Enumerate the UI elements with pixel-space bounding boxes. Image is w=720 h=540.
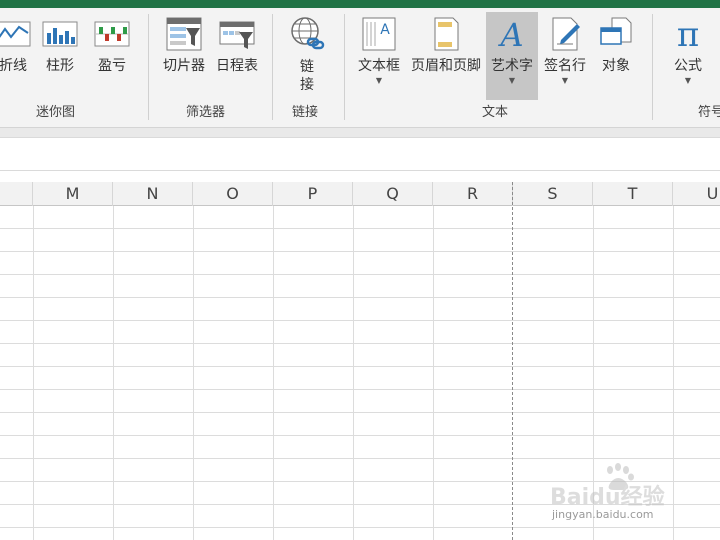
timeline-label: 日程表 <box>216 58 258 74</box>
group-separator <box>344 14 345 120</box>
formula-bar[interactable] <box>0 137 720 171</box>
header-footer-icon <box>428 16 464 52</box>
equation-label: 公式 <box>674 58 702 74</box>
group-separator <box>652 14 653 120</box>
group-label-filters: 筛选器 <box>186 105 226 120</box>
grid-line <box>113 206 114 540</box>
object-label: 对象 <box>602 58 630 74</box>
signature-line-button[interactable]: 签名行 ▼ <box>540 8 590 100</box>
column-header-q[interactable]: Q <box>353 182 433 206</box>
column-header-r[interactable]: R <box>433 182 513 206</box>
group-separator <box>272 14 273 120</box>
textbox-button[interactable]: A 文本框 ▼ <box>354 8 404 100</box>
grid-line <box>0 527 720 528</box>
wordart-icon: A <box>494 16 530 52</box>
sparkline-column-label: 柱形 <box>46 58 74 74</box>
group-label-symbols: 符号 <box>698 105 720 120</box>
pi-icon: π <box>670 16 706 52</box>
excel-window: 折线 柱形 盈亏 迷你图 切片器 日程表 筛选器 链 接 链接 A 文本框 ▼ … <box>0 0 720 540</box>
group-label-sparklines: 迷你图 <box>36 105 76 120</box>
sparkline-column-icon <box>42 16 78 52</box>
timeline-button[interactable]: 日程表 <box>212 8 262 98</box>
equation-button[interactable]: π 公式 ▼ <box>664 8 712 100</box>
group-separator <box>148 14 149 120</box>
chevron-down-icon: ▼ <box>375 76 383 85</box>
svg-text:Baidu经验: Baidu经验 <box>550 484 665 510</box>
svg-text:π: π <box>677 16 699 52</box>
grid-line <box>0 366 720 367</box>
textbox-label: 文本框 <box>358 58 400 74</box>
object-button[interactable]: 对象 <box>594 8 638 100</box>
ribbon-insert-tab: 折线 柱形 盈亏 迷你图 切片器 日程表 筛选器 链 接 链接 A 文本框 ▼ … <box>0 8 720 128</box>
grid-line <box>0 412 720 413</box>
svg-text:A: A <box>497 16 523 52</box>
page-break-line <box>512 182 513 540</box>
sparkline-column-button[interactable]: 柱形 <box>38 8 82 98</box>
chevron-down-icon: ▼ <box>508 76 516 85</box>
slicer-icon <box>166 16 202 52</box>
column-header-p[interactable]: P <box>273 182 353 206</box>
sparkline-winloss-icon <box>94 16 130 52</box>
grid-line <box>0 435 720 436</box>
column-header-n[interactable]: N <box>113 182 193 206</box>
column-header-u[interactable]: U <box>673 182 720 206</box>
link-globe-icon <box>289 16 325 52</box>
grid-line <box>33 206 34 540</box>
formula-bar-gap <box>0 171 720 182</box>
grid-line <box>0 274 720 275</box>
grid-line <box>0 320 720 321</box>
grid-line <box>0 228 720 229</box>
ribbon-collapse-strip <box>0 128 720 137</box>
signature-line-icon <box>547 16 583 52</box>
wordart-button[interactable]: A 艺术字 ▼ <box>486 12 538 100</box>
chevron-down-icon: ▼ <box>561 76 569 85</box>
sparkline-line-icon <box>0 16 31 52</box>
grid-line <box>193 206 194 540</box>
object-icon <box>598 16 634 52</box>
header-footer-label: 页眉和页脚 <box>411 58 481 74</box>
svg-text:A: A <box>380 22 390 38</box>
column-header-t[interactable]: T <box>593 182 673 206</box>
column-header-s[interactable]: S <box>513 182 593 206</box>
grid-line <box>353 206 354 540</box>
sparkline-line-button[interactable]: 折线 <box>0 8 34 98</box>
title-bar-strip <box>0 0 720 8</box>
header-footer-button[interactable]: 页眉和页脚 <box>406 8 486 100</box>
wordart-label: 艺术字 <box>491 58 533 74</box>
sparkline-winloss-label: 盈亏 <box>98 58 126 74</box>
slicer-button[interactable]: 切片器 <box>158 8 210 98</box>
timeline-icon <box>219 16 255 52</box>
chevron-down-icon: ▼ <box>684 76 692 85</box>
group-label-links: 链接 <box>292 105 319 120</box>
watermark-url: jingyan.baidu.com <box>552 508 654 521</box>
link-button[interactable]: 链 接 <box>284 8 330 100</box>
grid-line <box>273 206 274 540</box>
grid-line <box>0 458 720 459</box>
signature-line-label: 签名行 <box>544 58 586 74</box>
textbox-icon: A <box>361 16 397 52</box>
column-header-o[interactable]: O <box>193 182 273 206</box>
grid-line <box>0 251 720 252</box>
column-header-partial[interactable] <box>0 182 33 206</box>
grid-line <box>0 389 720 390</box>
group-label-text: 文本 <box>482 105 509 120</box>
sparkline-line-label: 折线 <box>0 58 27 74</box>
column-header-m[interactable]: M <box>33 182 113 206</box>
grid-line <box>0 297 720 298</box>
grid-line <box>0 343 720 344</box>
sparkline-winloss-button[interactable]: 盈亏 <box>90 8 134 98</box>
slicer-label: 切片器 <box>163 58 205 74</box>
column-header-bar: M N O P Q R S T U <box>0 182 720 206</box>
link-label: 链 接 <box>300 59 314 93</box>
grid-line <box>433 206 434 540</box>
